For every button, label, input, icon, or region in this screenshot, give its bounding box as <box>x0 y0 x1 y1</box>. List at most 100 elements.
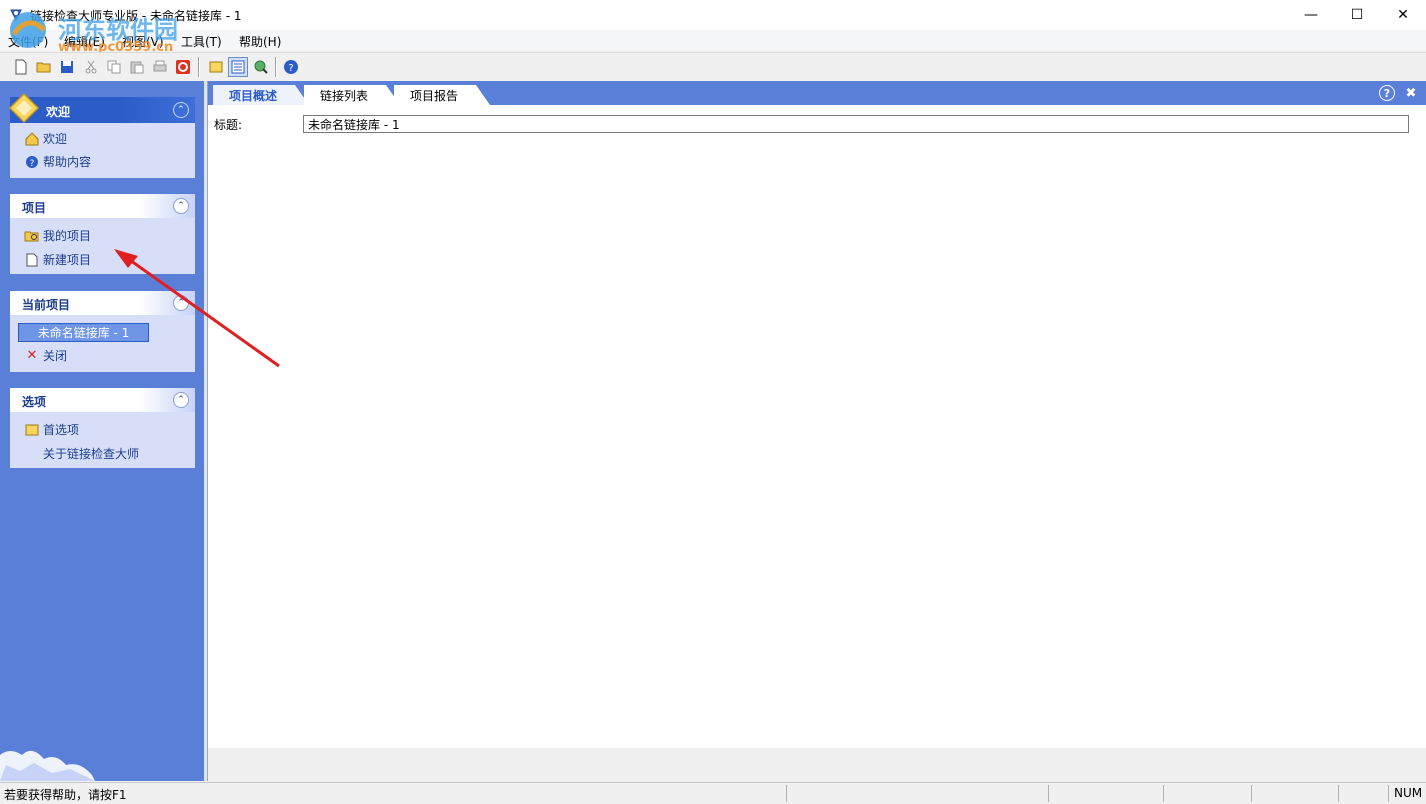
tab-project-report[interactable]: 项目报告 <box>394 85 490 105</box>
tab-label: 链接列表 <box>320 88 369 103</box>
sidebar-item-new-project[interactable]: 新建项目 <box>24 251 91 268</box>
help-button[interactable]: ? <box>281 57 301 77</box>
cut-icon <box>85 60 97 74</box>
window-title: 链接检查大师专业版 - 未命名链接库 - 1 <box>30 9 242 23</box>
sidebar-item-about[interactable]: 关于链接检查大师 <box>43 445 139 462</box>
welcome-diamond-icon <box>8 92 40 124</box>
current-project-panel-title: 当前项目 <box>22 298 71 312</box>
sidebar-item-label: 关于链接检查大师 <box>43 447 140 461</box>
bottom-strip <box>208 748 1426 781</box>
tab-close-icon[interactable]: ✖ <box>1403 85 1419 101</box>
collapse-chevron-icon[interactable]: ⌃ <box>173 198 189 214</box>
save-button[interactable] <box>57 57 77 77</box>
tab-label: 项目报告 <box>410 88 459 103</box>
toolbar: ? <box>0 52 1426 82</box>
options-button[interactable] <box>206 57 226 77</box>
project-folder-icon <box>24 228 40 244</box>
sidebar-item-label: 帮助内容 <box>43 155 92 169</box>
sidebar-item-my-projects[interactable]: 我的项目 <box>24 227 91 244</box>
sidebar-item-current-project[interactable]: 未命名链接库 - 1 <box>18 323 149 342</box>
task-sidebar: 欢迎 ⌃ 欢迎 ? 帮助内容 项目 ⌃ 我的项目 新建项目 当前项目 ⌃ 未命名… <box>0 81 207 781</box>
preferences-icon <box>24 422 40 438</box>
status-separator <box>1163 785 1164 802</box>
menu-tools[interactable]: 工具(T) <box>181 33 222 50</box>
stop-icon <box>176 60 190 74</box>
sidebar-item-help-contents[interactable]: ? 帮助内容 <box>24 153 91 170</box>
collapse-chevron-icon[interactable]: ⌃ <box>173 392 189 408</box>
stop-button[interactable] <box>173 57 193 77</box>
list-view-icon <box>231 60 245 74</box>
help-icon: ? <box>284 60 298 74</box>
sidebar-item-preferences[interactable]: 首选项 <box>24 421 79 438</box>
list-view-button[interactable] <box>228 57 248 77</box>
welcome-panel: 欢迎 ⌃ 欢迎 ? 帮助内容 <box>8 92 195 178</box>
current-project-panel-header[interactable]: 当前项目 ⌃ <box>10 291 195 315</box>
sidebar-item-close-project[interactable]: ✕ 关闭 <box>24 347 67 364</box>
options-panel-title: 选项 <box>22 395 47 409</box>
print-button[interactable] <box>150 57 170 77</box>
sidebar-item-label: 未命名链接库 - 1 <box>37 326 130 340</box>
tab-bar: 项目概述 链接列表 项目报告 ? ✖ <box>208 81 1426 105</box>
svg-text:?: ? <box>30 159 35 169</box>
collapse-chevron-icon[interactable]: ⌃ <box>173 295 189 311</box>
check-links-button[interactable] <box>251 57 271 77</box>
welcome-panel-header[interactable]: 欢迎 ⌃ <box>8 92 195 124</box>
title-bar: 链接检查大师专业版 - 未命名链接库 - 1 — ☐ ✕ <box>0 0 1426 30</box>
help-icon: ? <box>24 154 40 170</box>
status-separator <box>1048 785 1049 802</box>
menu-help[interactable]: 帮助(H) <box>239 33 281 50</box>
project-panel-title: 项目 <box>22 201 47 215</box>
toolbar-separator <box>198 57 200 77</box>
maximize-button[interactable]: ☐ <box>1334 0 1380 30</box>
status-separator <box>1338 785 1339 802</box>
svg-text:?: ? <box>288 63 293 74</box>
copy-button[interactable] <box>104 57 124 77</box>
tab-label: 项目概述 <box>229 88 278 103</box>
options-panel: 选项 ⌃ 首选项 关于链接检查大师 <box>10 388 195 468</box>
print-icon <box>153 60 167 72</box>
num-lock-indicator: NUM <box>1394 786 1422 800</box>
tab-link-list[interactable]: 链接列表 <box>304 85 400 105</box>
new-file-icon <box>15 59 27 75</box>
tab-project-overview[interactable]: 项目概述 <box>213 85 309 105</box>
save-icon <box>61 61 73 73</box>
paste-button[interactable] <box>127 57 147 77</box>
check-links-icon <box>254 60 268 74</box>
menu-edit[interactable]: 编辑(E) <box>64 33 105 50</box>
home-icon <box>24 131 40 147</box>
options-icon <box>209 61 223 73</box>
options-panel-header[interactable]: 选项 ⌃ <box>10 388 195 412</box>
minimize-button[interactable]: — <box>1288 0 1334 30</box>
close-red-icon: ✕ <box>26 348 38 363</box>
close-window-button[interactable]: ✕ <box>1380 0 1426 30</box>
status-separator <box>1388 785 1389 802</box>
sidebar-item-welcome[interactable]: 欢迎 <box>24 130 67 147</box>
cut-button[interactable] <box>81 57 101 77</box>
menu-view[interactable]: 视图(V) <box>122 33 164 50</box>
main-content: 项目概述 链接列表 项目报告 ? ✖ 标题: <box>207 81 1426 781</box>
welcome-panel-title: 欢迎 <box>46 105 71 119</box>
open-folder-icon <box>36 62 51 73</box>
title-label: 标题: <box>214 118 243 132</box>
new-page-icon <box>24 252 40 268</box>
project-panel-header[interactable]: 项目 ⌃ <box>10 194 195 218</box>
status-text: 若要获得帮助，请按F1 <box>4 788 127 802</box>
toolbar-separator <box>275 57 277 77</box>
sidebar-item-label: 首选项 <box>43 423 80 437</box>
sidebar-item-label: 欢迎 <box>43 132 68 146</box>
new-file-button[interactable] <box>11 57 31 77</box>
tab-help-icon[interactable]: ? <box>1379 85 1395 101</box>
collapse-chevron-icon[interactable]: ⌃ <box>173 102 189 118</box>
sidebar-item-label: 关闭 <box>43 349 68 363</box>
menu-file[interactable]: 文件(F) <box>8 33 48 50</box>
title-input[interactable] <box>303 115 1409 133</box>
status-bar: 若要获得帮助，请按F1 NUM <box>0 782 1426 804</box>
sidebar-item-label: 我的项目 <box>43 229 92 243</box>
decorative-clouds-icon <box>0 750 95 781</box>
paste-icon <box>130 61 144 74</box>
current-project-panel: 当前项目 ⌃ 未命名链接库 - 1 ✕ 关闭 <box>10 291 195 372</box>
open-button[interactable] <box>34 57 54 77</box>
copy-icon <box>107 60 121 74</box>
project-panel: 项目 ⌃ 我的项目 新建项目 <box>10 194 195 274</box>
sidebar-item-label: 新建项目 <box>43 253 92 267</box>
